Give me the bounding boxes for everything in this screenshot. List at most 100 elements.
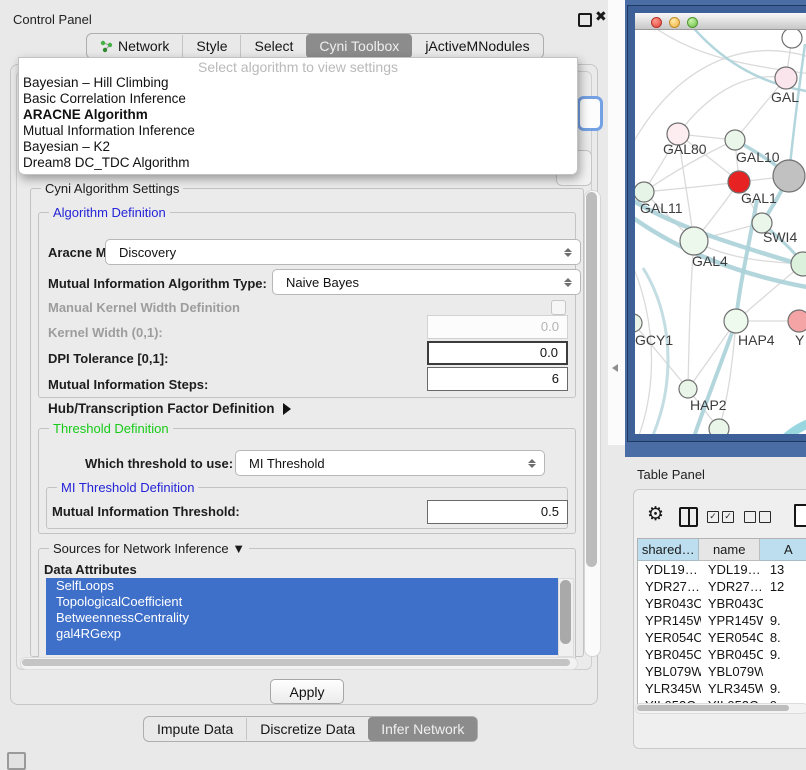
table-cell[interactable]: 12 (763, 578, 806, 595)
aracne-mode-combo[interactable]: Discovery (105, 239, 581, 265)
close-window-icon[interactable] (651, 17, 662, 28)
tab-impute-data[interactable]: Impute Data (144, 718, 246, 740)
table-cell[interactable]: YDL19… (638, 561, 701, 578)
table-row[interactable]: YDR27…YDR27…12 (638, 578, 806, 595)
dropdown-item[interactable]: Mutual Information Inference (19, 123, 577, 139)
kernel-width-label: Kernel Width (0,1): (48, 325, 163, 340)
dropdown-item[interactable]: Bayesian – Hill Climbing (19, 75, 577, 91)
settings-horizontal-scroll-thumb[interactable] (22, 659, 570, 666)
table-cell[interactable]: YLR345W (638, 680, 701, 697)
table-cell[interactable]: YBR043C (638, 595, 701, 612)
attribute-list-item[interactable]: TopologicalCoefficient (46, 594, 558, 610)
table-cell[interactable]: YBR045C (701, 646, 763, 663)
table-row[interactable]: YER054CYER054C8. (638, 629, 806, 646)
show-columns-icon[interactable] (679, 507, 698, 527)
table-cell[interactable] (763, 663, 806, 680)
network-node[interactable] (679, 380, 697, 398)
attribute-list-item[interactable]: SelfLoops (46, 578, 558, 594)
network-node[interactable] (773, 160, 805, 192)
network-node[interactable] (680, 227, 708, 255)
mi-steps-field[interactable]: 6 (427, 367, 568, 391)
table-cell[interactable]: YER054C (701, 629, 763, 646)
attribute-list-item[interactable]: BetweennessCentrality (46, 610, 558, 626)
divider-collapse-arrow-icon[interactable] (612, 364, 618, 372)
tab-style[interactable]: Style (182, 35, 240, 57)
data-attributes-list[interactable]: SelfLoopsTopologicalCoefficientBetweenne… (46, 578, 558, 655)
network-canvas[interactable]: GALGAL80GAL10GAL1GAL11SWI4GAL4GCY1HAP4YH… (635, 30, 806, 434)
tab-select[interactable]: Select (240, 35, 306, 57)
table-cell[interactable]: 13 (763, 561, 806, 578)
network-node[interactable] (635, 314, 642, 332)
network-node[interactable] (709, 419, 729, 434)
settings-vertical-scroll-thumb[interactable] (586, 192, 597, 567)
table-cell[interactable]: YPR145W (701, 612, 763, 629)
network-node[interactable] (788, 310, 806, 332)
float-panel-icon[interactable] (578, 13, 592, 27)
table-cell[interactable]: YER054C (638, 629, 701, 646)
panel-divider-lower (608, 445, 625, 762)
table-row[interactable]: YBR045CYBR045C9. (638, 646, 806, 663)
table-cell[interactable] (763, 595, 806, 612)
attributes-list-scroll-thumb[interactable] (560, 580, 571, 644)
hub-definition-toggle[interactable]: Hub/Transcription Factor Definition (48, 401, 291, 416)
network-node[interactable] (635, 182, 654, 202)
network-node-label: GAL10 (736, 149, 780, 165)
panel-divider[interactable] (608, 0, 625, 445)
network-node[interactable] (782, 30, 802, 48)
network-node[interactable] (724, 309, 748, 333)
tab-discretize-data[interactable]: Discretize Data (246, 718, 368, 740)
mi-type-combo[interactable]: Naive Bayes (272, 269, 581, 295)
table-cell[interactable]: YDR27… (638, 578, 701, 595)
dpi-tolerance-field[interactable]: 0.0 (427, 341, 568, 365)
apply-button[interactable]: Apply (270, 679, 344, 704)
which-threshold-combo[interactable]: MI Threshold (235, 450, 545, 476)
tab-network[interactable]: Network (87, 35, 182, 57)
table-cell[interactable]: 9. (763, 612, 806, 629)
dropdown-item[interactable]: Bayesian – K2 (19, 139, 577, 155)
table-cell[interactable]: YDL19… (701, 561, 763, 578)
dropdown-item[interactable]: Dream8 DC_TDC Algorithm (19, 155, 577, 171)
table-cell[interactable]: YBR043C (701, 595, 763, 612)
dropdown-item[interactable]: ARACNE Algorithm (19, 107, 577, 123)
table-cell[interactable]: 9. (763, 680, 806, 697)
table-settings-gear-icon[interactable]: ⚙ (647, 503, 664, 526)
table-cell[interactable]: YDR27… (701, 578, 763, 595)
tab-infer-network[interactable]: Infer Network (368, 717, 477, 741)
table-row[interactable]: YBL079WYBL079W (638, 663, 806, 680)
select-all-columns-icon[interactable]: ✓✓ (707, 511, 734, 523)
control-panel-tabbar: Network Style Select Cyni Toolbox jActiv… (86, 33, 544, 59)
tab-jactivemnodules[interactable]: jActiveMNodules (412, 35, 542, 57)
attribute-list-item[interactable]: gal4RGexp (46, 626, 558, 642)
zoom-window-icon[interactable] (687, 17, 698, 28)
network-node[interactable] (725, 130, 745, 150)
column-header-shared-name[interactable]: shared… (638, 539, 699, 561)
column-header-clipped[interactable]: A (760, 539, 806, 561)
column-header-name[interactable]: name (699, 539, 760, 561)
table-cell[interactable]: YBR045C (638, 646, 701, 663)
table-row[interactable]: YPR145WYPR145W9. (638, 612, 806, 629)
network-view-window[interactable]: GALGAL80GAL10GAL1GAL11SWI4GAL4GCY1HAP4YH… (628, 6, 806, 441)
minimize-window-icon[interactable] (669, 17, 680, 28)
table-cell[interactable]: 8. (763, 629, 806, 646)
table-row[interactable]: YLR345WYLR345W9. (638, 680, 806, 697)
network-node[interactable] (775, 67, 797, 89)
table-cell[interactable]: 9. (763, 646, 806, 663)
dpi-tolerance-label: DPI Tolerance [0,1]: (48, 351, 168, 366)
table-row[interactable]: YBR043CYBR043C (638, 595, 806, 612)
manual-kernel-checkbox[interactable] (551, 300, 566, 315)
table-cell[interactable]: YLR345W (701, 680, 763, 697)
tab-cyni-toolbox[interactable]: Cyni Toolbox (306, 34, 412, 58)
dropdown-item[interactable]: Basic Correlation Inference (19, 91, 577, 107)
table-row[interactable]: YDL19…YDL19…13 (638, 561, 806, 578)
kernel-width-field[interactable]: 0.0 (427, 315, 568, 339)
mi-threshold-field[interactable]: 0.5 (427, 500, 568, 524)
table-cell[interactable]: YBL079W (701, 663, 763, 680)
table-cell[interactable]: YBL079W (638, 663, 701, 680)
close-panel-icon[interactable]: ✖ (595, 8, 607, 25)
export-table-icon[interactable] (794, 504, 806, 527)
network-window-titlebar[interactable] (635, 13, 806, 30)
table-horizontal-scroll-thumb[interactable] (637, 705, 789, 711)
table-cell[interactable]: YPR145W (638, 612, 701, 629)
minimized-panel-icon[interactable] (7, 752, 26, 770)
deselect-all-columns-icon[interactable] (744, 511, 771, 523)
